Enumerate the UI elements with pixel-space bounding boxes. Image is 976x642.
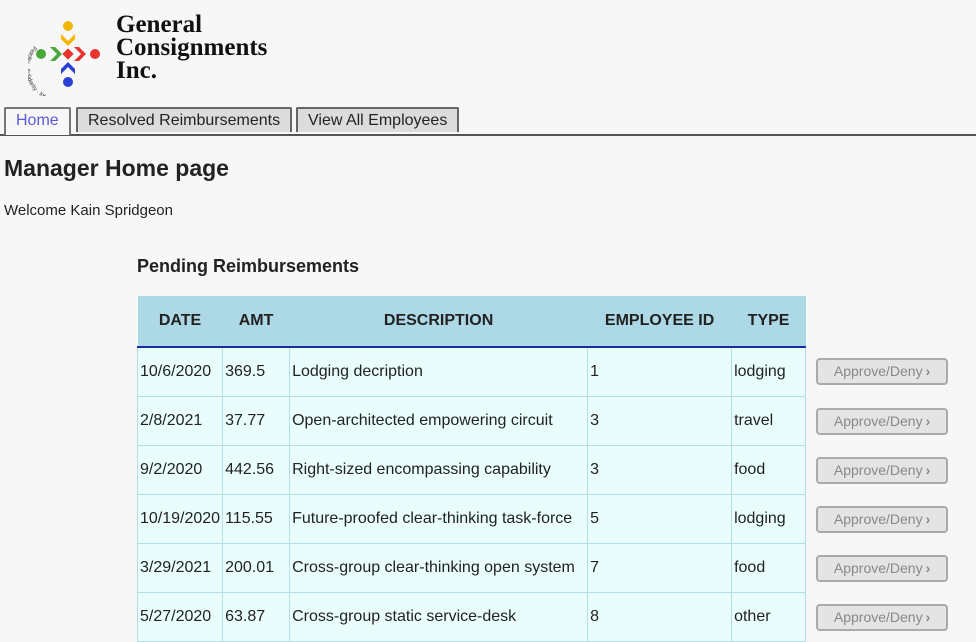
- chevron-right-icon: ›: [925, 608, 931, 625]
- cell-date: 2/8/2021: [136, 396, 224, 446]
- cell-employee-id: 1: [587, 346, 733, 397]
- chevron-right-icon: ›: [925, 412, 931, 429]
- cell-amt: 369.5: [222, 346, 291, 397]
- company-logo: Fidelity · Solidarity · Integrity: [24, 16, 108, 104]
- approve-deny-label: Approve/Deny: [833, 608, 923, 625]
- approve-deny-label: Approve/Deny: [833, 363, 923, 380]
- chevron-right-icon: ›: [925, 461, 931, 478]
- cell-description: Right-sized encompassing capability: [289, 445, 589, 495]
- cell-description: Cross-group static service-desk: [289, 592, 589, 642]
- table-row: 10/6/2020 369.5 Lodging decription 1 lodging…: [136, 346, 957, 397]
- table-row: 2/8/2021 37.77 Open-architected empowering…: [136, 396, 957, 446]
- chevron-right-icon: ›: [925, 559, 931, 576]
- pending-reimbursements-title: Pending Reimbursements: [137, 256, 360, 276]
- table-header-row: DATE AMT DESCRIPTION EMPLOYEE ID TYPE: [137, 296, 957, 348]
- tab-home[interactable]: Home: [4, 107, 71, 135]
- approve-deny-button[interactable]: Approve/Deny ›: [816, 505, 949, 533]
- welcome-message: Welcome Kain Spridgeon: [4, 202, 173, 219]
- cell-date: 9/2/2020: [136, 445, 224, 495]
- column-header-employee-id: EMPLOYEE ID: [587, 296, 732, 348]
- cell-amt: 442.56: [222, 445, 291, 495]
- table-row: 5/27/2020 63.87 Cross-group static service…: [136, 592, 957, 642]
- table-row: 9/2/2020 442.56 Right-sized encompassing c…: [136, 445, 957, 495]
- approve-deny-button[interactable]: Approve/Deny ›: [816, 603, 949, 631]
- column-header-type: TYPE: [731, 296, 806, 348]
- cell-description: Lodging decription: [289, 346, 589, 397]
- chevron-right-icon: ›: [925, 363, 931, 380]
- approve-deny-label: Approve/Deny: [833, 461, 923, 478]
- company-name: General Consignments Inc.: [116, 11, 268, 84]
- company-name-line1: General: [116, 11, 203, 38]
- cell-action: Approve/Deny ›: [805, 592, 957, 642]
- tab-view-all-employees[interactable]: View All Employees: [296, 107, 460, 132]
- cell-action: Approve/Deny ›: [805, 347, 957, 397]
- nav-tabs: Home Resolved Reimbursements View All Em…: [0, 107, 976, 136]
- cell-amt: 115.55: [222, 494, 291, 544]
- cell-type: food: [731, 543, 807, 593]
- logo-mark-icon: Fidelity · Solidarity · Integrity: [24, 21, 100, 104]
- column-header-description: DESCRIPTION: [289, 296, 588, 348]
- cell-action: Approve/Deny ›: [805, 396, 957, 446]
- cell-type: lodging: [731, 346, 807, 397]
- cell-employee-id: 7: [587, 543, 733, 593]
- cell-type: travel: [731, 396, 807, 446]
- approve-deny-label: Approve/Deny: [833, 510, 923, 527]
- cell-date: 10/19/2020: [136, 494, 224, 544]
- cell-type: other: [731, 592, 807, 642]
- column-header-date: DATE: [137, 296, 223, 348]
- cell-description: Open-architected empowering circuit: [289, 396, 589, 446]
- cell-amt: 37.77: [222, 396, 291, 446]
- cell-amt: 63.87: [222, 592, 291, 642]
- approve-deny-button[interactable]: Approve/Deny ›: [816, 456, 949, 484]
- table-row: 10/19/2020 115.55 Future-proofed clear-thi…: [136, 494, 957, 544]
- cell-date: 3/29/2021: [136, 543, 224, 593]
- cell-employee-id: 3: [587, 445, 733, 495]
- cell-action: Approve/Deny ›: [805, 494, 957, 544]
- cell-action: Approve/Deny ›: [805, 445, 957, 495]
- approve-deny-label: Approve/Deny: [833, 559, 923, 576]
- cell-amt: 200.01: [222, 543, 291, 593]
- chevron-right-icon: ›: [925, 510, 931, 527]
- tab-resolved-reimbursements[interactable]: Resolved Reimbursements: [76, 107, 293, 132]
- cell-employee-id: 8: [587, 592, 733, 642]
- approve-deny-label: Approve/Deny: [833, 412, 923, 429]
- company-name-line3: Inc.: [116, 57, 157, 84]
- approve-deny-button[interactable]: Approve/Deny ›: [816, 407, 949, 435]
- cell-employee-id: 5: [587, 494, 733, 544]
- approve-deny-button[interactable]: Approve/Deny ›: [816, 358, 949, 386]
- site-header: Fidelity · Solidarity · Integrity Genera…: [0, 0, 976, 104]
- page-title: Manager Home page: [4, 155, 229, 181]
- cell-description: Future-proofed clear-thinking task-force: [289, 494, 589, 544]
- column-header-actions: [805, 296, 957, 347]
- approve-deny-button[interactable]: Approve/Deny ›: [816, 554, 949, 582]
- table-row: 3/29/2021 200.01 Cross-group clear-thinkin…: [136, 543, 957, 593]
- column-header-amt: AMT: [222, 296, 290, 348]
- cell-action: Approve/Deny ›: [805, 543, 957, 593]
- cell-date: 5/27/2020: [136, 592, 224, 642]
- cell-employee-id: 3: [587, 396, 733, 446]
- pending-reimbursements-table: DATE AMT DESCRIPTION EMPLOYEE ID TYPE 10…: [136, 296, 957, 642]
- cell-date: 10/6/2020: [136, 346, 224, 397]
- cell-type: food: [731, 445, 807, 495]
- cell-description: Cross-group clear-thinking open system: [289, 543, 589, 593]
- company-name-line2: Consignments: [116, 34, 268, 61]
- cell-type: lodging: [731, 494, 807, 544]
